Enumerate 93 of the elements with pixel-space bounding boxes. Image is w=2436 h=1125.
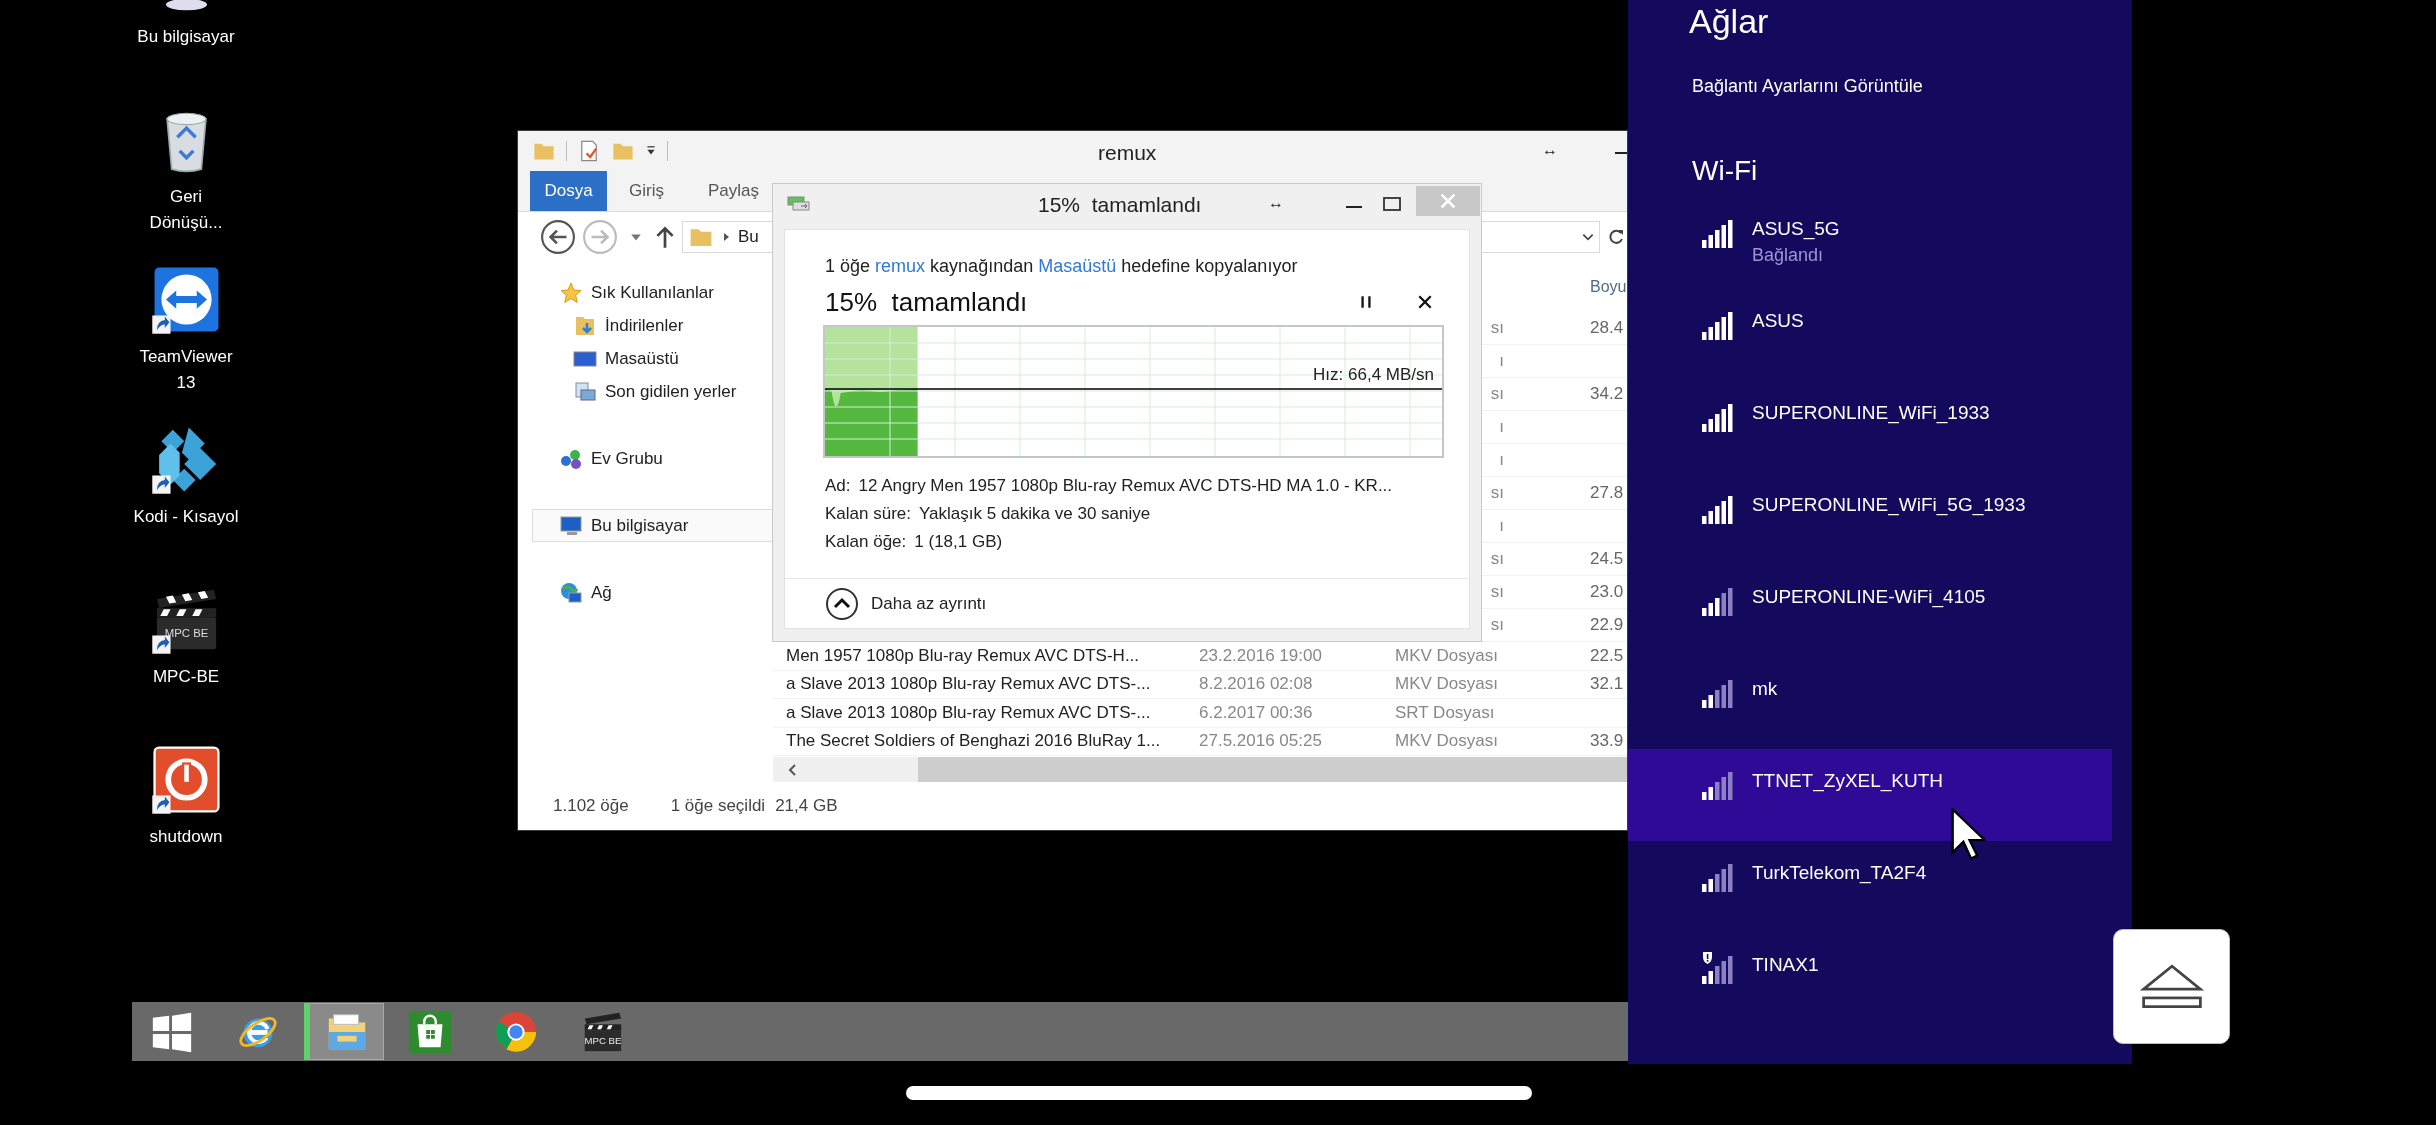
nav-item[interactable]: Sık Kullanılanlar [518, 276, 773, 309]
network-item[interactable]: SUPERONLINE_WiFi_1933 [1628, 381, 2112, 473]
file-size: 22.5 [1590, 645, 1624, 666]
desktop-icon-label[interactable]: shutdown [149, 824, 223, 850]
ribbon-tab[interactable]: Paylaş [685, 171, 781, 211]
column-header[interactable]: Boyu [1590, 278, 1627, 296]
file-type: sı [1490, 384, 1504, 403]
network-item[interactable]: ASUS [1628, 289, 2112, 381]
file-size: 27.8 [1590, 483, 1624, 503]
section-heading: Wi-Fi [1692, 155, 1758, 187]
network-item[interactable]: TINAX1 [1628, 933, 2112, 1025]
file-name: The Secret Soldiers of Benghazi 2016 BluRay 1... [785, 731, 1162, 752]
nav-item[interactable]: Son gidilen yerler [518, 375, 773, 408]
file-size: 34.2 [1590, 384, 1624, 404]
detail-label: Kalan öğe: [825, 532, 907, 552]
detail-value: 12 Angry Men 1957 1080p Blu-ray Remux AVC DTS-HD MA 1.0 - KR... [858, 476, 1393, 496]
file-type: MKV Dosyası [1395, 645, 1499, 666]
network-name: ASUS_5G [1752, 217, 1840, 242]
file-size: 23.0 [1590, 582, 1624, 602]
desktop-icon-label[interactable]: Geri Dönüşü... [149, 184, 223, 236]
settings-link[interactable]: Bağlantı Ayarlarını Görüntüle [1692, 76, 1923, 97]
file-type: ı [1499, 351, 1504, 370]
copy-summary: 1 öğe remux kaynağından Masaüstü hedefine kopyalanıyor [825, 255, 1299, 278]
logo-text: MPC BE [164, 626, 208, 639]
file-type: MKV Dosyası [1395, 731, 1499, 752]
file-type: sı [1490, 582, 1504, 601]
network-item[interactable]: SUPERONLINE-WiFi_4105 [1628, 565, 2112, 657]
network-name: SUPERONLINE_WiFi_1933 [1752, 401, 1990, 426]
nav-item[interactable]: Ağ [518, 576, 773, 609]
detail-label: Ad: [825, 476, 851, 496]
file-date: 27.5.2016 05:25 [1199, 731, 1323, 752]
nav-item[interactable]: Masaüstü [518, 342, 773, 375]
network-name: TurkTelekom_TA2F4 [1752, 861, 1927, 886]
network-name: ASUS [1752, 309, 1804, 333]
file-type: SRT Dosyası [1395, 702, 1496, 723]
file-type: sı [1490, 483, 1504, 502]
status-text: 1.102 öğe [553, 796, 629, 816]
file-date: 6.2.2017 00:36 [1199, 702, 1314, 723]
file-name: Men 1957 1080p Blu-ray Remux AVC DTS-H... [785, 645, 1141, 666]
network-name: SUPERONLINE_WiFi_5G_1933 [1752, 493, 2026, 518]
file-size: 24.5 [1590, 549, 1624, 569]
nav-item[interactable]: Ev Grubu [518, 442, 773, 475]
window-title: 15% tamamlandı [1038, 193, 1202, 217]
desktop-icon-label[interactable]: Bu bilgisayar [137, 24, 235, 50]
file-date: 23.2.2016 19:00 [1199, 645, 1323, 666]
folder-link[interactable]: remux [875, 256, 926, 276]
file-size: 33.9 [1590, 731, 1624, 752]
network-name: SUPERONLINE-WiFi_4105 [1752, 585, 1986, 610]
network-name: TTNET_ZyXEL_KUTH [1752, 769, 1944, 794]
network-item[interactable]: TurkTelekom_TA2F4 [1628, 841, 2112, 933]
file-type: ı [1499, 417, 1504, 436]
file-type: ı [1499, 450, 1504, 469]
connection-status: Bağlandı [1752, 244, 1825, 267]
status-text: 1 öğe seçildi [670, 796, 766, 816]
panel-title: Ağlar [1689, 1, 1769, 42]
address-crumb[interactable]: Bu [738, 227, 759, 247]
resize-glyph: ↔ [1542, 141, 1558, 159]
detail-label: Kalan süre: [825, 504, 911, 524]
detail-value: Yaklaşık 5 dakika ve 30 saniye [919, 504, 1151, 524]
nav-item[interactable]: İndirilenler [518, 309, 773, 342]
network-item[interactable]: ASUS_5G Bağlandı [1628, 197, 2112, 289]
file-name: a Slave 2013 1080p Blu-ray Remux AVC DTS-... [785, 674, 1152, 695]
network-name: mk [1752, 677, 1778, 701]
progress-heading: 15% tamamlandı [825, 286, 1028, 318]
desktop-icon-label[interactable]: TeamViewer 13 [139, 344, 233, 396]
network-item[interactable]: SUPERONLINE_WiFi_5G_1933 [1628, 473, 2112, 565]
window-title: remux [1098, 141, 1157, 165]
nav-item[interactable]: Bu bilgisayar [532, 509, 773, 542]
network-item[interactable]: mk [1628, 657, 2112, 749]
ribbon-tab[interactable]: Giriş [607, 171, 686, 211]
file-type: ı [1499, 516, 1504, 535]
speed-text: Hız: 66,4 MB/sn [1313, 365, 1434, 385]
detail-value: 1 (18,1 GB) [914, 532, 1003, 552]
file-type: sı [1490, 615, 1504, 634]
file-type: MKV Dosyası [1395, 674, 1499, 695]
file-name: a Slave 2013 1080p Blu-ray Remux AVC DTS-... [785, 702, 1152, 723]
network-item[interactable]: TTNET_ZyXEL_KUTH [1628, 749, 2112, 841]
network-name: TINAX1 [1752, 953, 1819, 977]
fewer-details-button[interactable]: Daha az ayrıntı [825, 586, 987, 621]
status-text: 21,4 GB [775, 796, 838, 816]
desktop-icon-label[interactable]: Kodi - Kısayol [133, 504, 239, 530]
resize-glyph: ↔ [1268, 194, 1284, 212]
file-size: 28.4 [1590, 318, 1624, 338]
file-type: sı [1490, 318, 1504, 337]
file-size: 22.9 [1590, 615, 1624, 635]
taskbar-button[interactable]: MPC BE [562, 1003, 642, 1060]
folder-link[interactable]: Masaüstü [1038, 256, 1117, 276]
desktop-icon-label[interactable]: MPC-BE [152, 664, 220, 690]
file-type: sı [1490, 549, 1504, 568]
file-size: 32.1 [1590, 674, 1624, 695]
logo-text: MPC BE [584, 1034, 622, 1046]
file-date: 8.2.2016 02:08 [1199, 674, 1314, 695]
ribbon-tab[interactable]: Dosya [530, 171, 607, 211]
